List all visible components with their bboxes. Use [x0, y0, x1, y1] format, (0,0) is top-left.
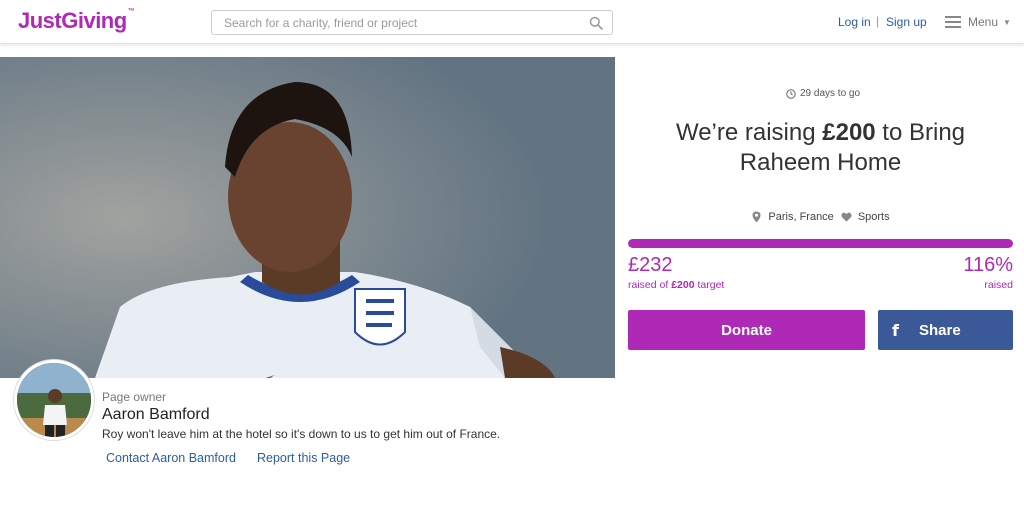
donate-button[interactable]: Donate	[628, 310, 865, 350]
hero-photo	[0, 57, 615, 378]
contact-owner-link[interactable]: Contact Aaron Bamford	[106, 451, 236, 465]
signup-link[interactable]: Sign up	[886, 15, 927, 29]
campaign-title: We’re raising £200 to Bring Raheem Home	[628, 118, 1013, 178]
owner-description: Roy won't leave him at the hotel so it's…	[102, 427, 501, 441]
avatar-photo	[17, 363, 91, 437]
campaign-meta: Paris, France Sports	[628, 211, 1013, 223]
search-icon[interactable]	[589, 16, 603, 30]
justgiving-logo[interactable]: JustGiving™	[18, 8, 135, 34]
nav-separator: |	[876, 14, 880, 28]
owner-avatar[interactable]	[14, 360, 94, 440]
search-input[interactable]	[224, 11, 584, 34]
facebook-icon: f	[892, 320, 899, 340]
site-header: JustGiving™ Log in | Sign up Menu ▼	[0, 0, 1024, 44]
location-pin-icon	[752, 211, 761, 223]
raised-sub-prefix: raised of	[628, 279, 672, 291]
login-link[interactable]: Log in	[838, 15, 871, 29]
logo-trademark: ™	[127, 8, 135, 15]
hero-image	[0, 57, 615, 378]
title-amount: £200	[822, 119, 876, 146]
location-text: Paris, France	[768, 211, 834, 223]
raised-target-amount: £200	[671, 279, 695, 291]
share-label: Share	[918, 321, 961, 339]
days-remaining: 29 days to go	[786, 88, 860, 99]
raised-sub-suffix: target	[694, 279, 725, 291]
logo-text: JustGiving	[18, 8, 127, 33]
title-prefix: We’re raising	[675, 119, 823, 146]
raised-percent: 116%	[963, 254, 1013, 276]
search-box	[211, 10, 613, 35]
raised-target-text: raised of £200 target	[628, 279, 724, 291]
hamburger-icon	[945, 16, 961, 28]
menu-button[interactable]: Menu ▼	[945, 12, 1011, 32]
raised-percent-label: raised	[984, 279, 1013, 291]
chevron-down-icon: ▼	[1003, 17, 1011, 27]
fundraising-progress-bar	[628, 239, 1013, 248]
facebook-share-button[interactable]: f Share	[878, 310, 1013, 350]
report-page-link[interactable]: Report this Page	[257, 451, 350, 465]
category-text: Sports	[857, 211, 890, 223]
heart-icon	[841, 212, 852, 222]
clock-icon	[786, 88, 796, 99]
days-remaining-text: 29 days to go	[800, 88, 861, 99]
owner-name: Aaron Bamford	[102, 406, 210, 423]
owner-role-label: Page owner	[102, 390, 167, 404]
raised-amount: £232	[628, 254, 673, 276]
progress-fill	[628, 239, 1013, 248]
menu-label: Menu	[968, 15, 999, 29]
